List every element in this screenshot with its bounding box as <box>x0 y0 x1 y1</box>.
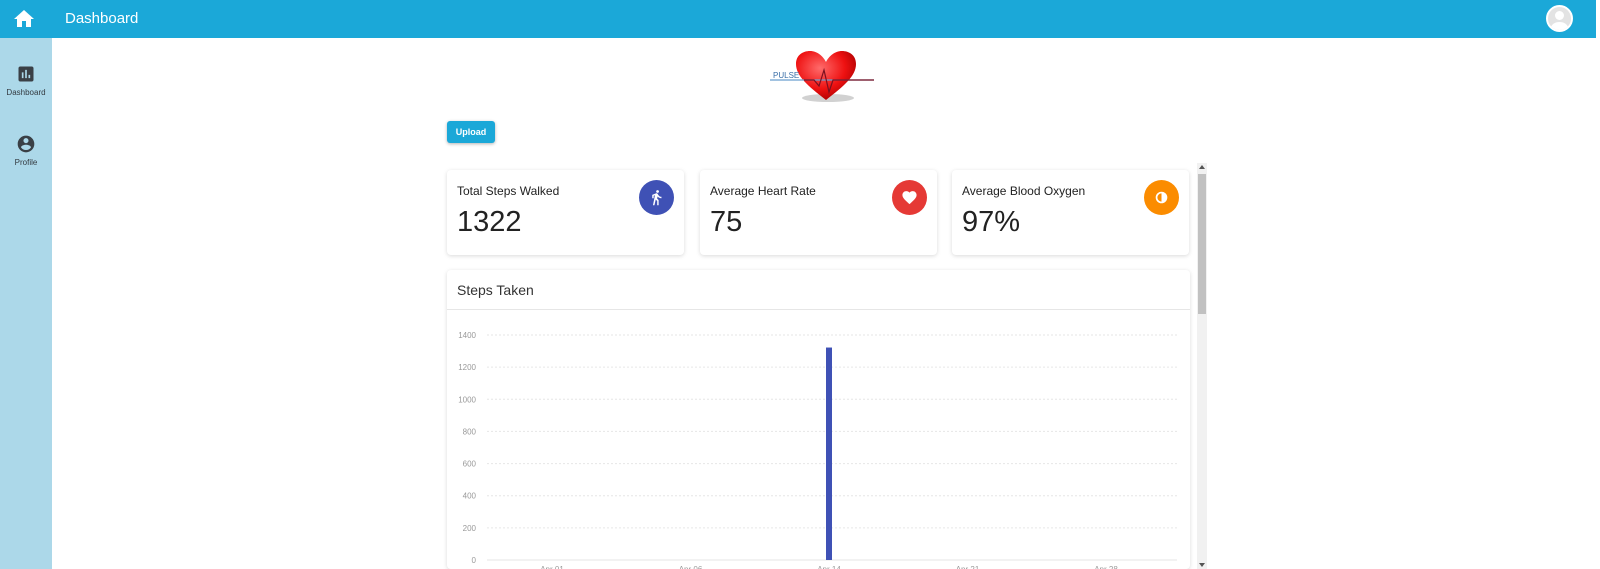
scroll-up-arrow-icon[interactable] <box>1199 165 1205 169</box>
y-tick-label: 200 <box>463 524 477 533</box>
sidebar: Dashboard Profile <box>0 38 52 569</box>
steps-bar-chart: 0 200 400 600 800 1000 1200 1400 Apr 01 Apr 06 Apr… <box>458 331 1177 569</box>
y-tick-label: 400 <box>463 492 477 501</box>
x-tick-label: Apr 14 <box>817 565 841 569</box>
y-tick-label: 1000 <box>458 395 476 404</box>
pulse-logo: PULSE <box>770 48 876 106</box>
sidebar-item-profile[interactable]: Profile <box>0 134 52 184</box>
stat-card-blood-oxygen: Average Blood Oxygen 97% <box>952 170 1189 255</box>
home-icon[interactable] <box>12 7 36 31</box>
y-tick-label: 600 <box>463 460 477 469</box>
walking-icon <box>639 180 674 215</box>
steps-chart-card: Steps Taken 0 200 400 600 800 1000 1200 1400 Apr… <box>447 270 1190 569</box>
bar-chart-icon <box>16 64 36 84</box>
y-tick-label: 0 <box>472 556 477 565</box>
sidebar-item-label: Profile <box>14 158 38 167</box>
stat-card-heart-rate: Average Heart Rate 75 <box>700 170 937 255</box>
user-avatar-icon[interactable] <box>1546 5 1573 32</box>
x-tick-label: Apr 28 <box>1094 565 1118 569</box>
stat-value: 75 <box>710 206 743 238</box>
top-app-bar: Dashboard <box>0 0 1596 38</box>
stat-label: Average Heart Rate <box>710 184 816 198</box>
stat-value: 97% <box>962 206 1021 238</box>
y-tick-label: 800 <box>463 427 477 436</box>
x-tick-label: Apr 21 <box>956 565 980 569</box>
x-tick-label: Apr 06 <box>679 565 703 569</box>
droplet-half-icon <box>1144 180 1179 215</box>
heart-icon <box>892 180 927 215</box>
stat-value: 1322 <box>457 206 522 238</box>
stat-label: Average Blood Oxygen <box>962 184 1086 198</box>
vertical-scrollbar[interactable] <box>1197 163 1207 569</box>
stat-label: Total Steps Walked <box>457 184 560 198</box>
x-tick-label: Apr 01 <box>540 565 564 569</box>
logo-text: PULSE <box>773 71 799 80</box>
upload-button[interactable]: Upload <box>447 121 495 143</box>
account-circle-icon <box>16 134 36 154</box>
page-title: Dashboard <box>65 10 139 27</box>
scroll-down-arrow-icon[interactable] <box>1199 563 1205 567</box>
scroll-thumb[interactable] <box>1198 174 1206 314</box>
chart-title: Steps Taken <box>457 282 534 298</box>
stat-card-steps: Total Steps Walked 1322 <box>447 170 684 255</box>
y-tick-label: 1200 <box>458 363 476 372</box>
sidebar-item-label: Dashboard <box>6 88 46 97</box>
steps-bar <box>826 347 832 560</box>
y-tick-label: 1400 <box>458 331 476 340</box>
sidebar-item-dashboard[interactable]: Dashboard <box>0 64 52 114</box>
